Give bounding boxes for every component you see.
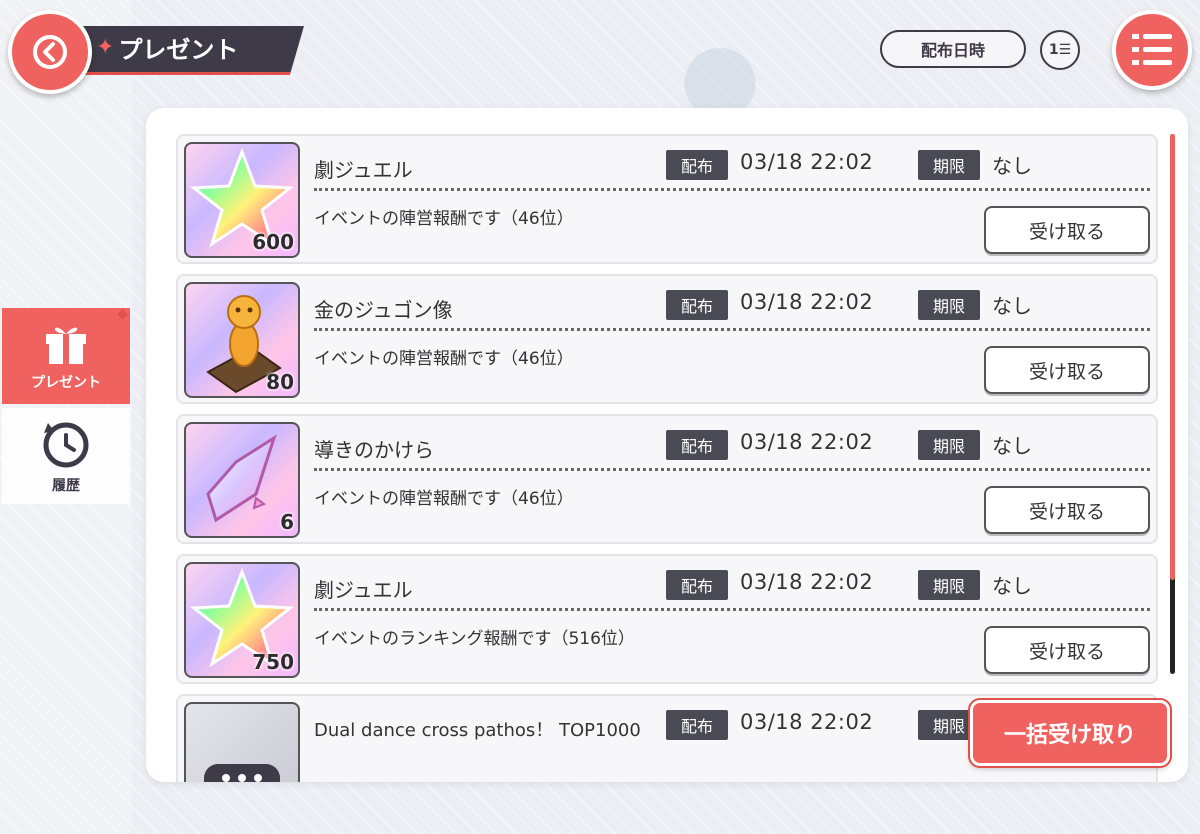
- sort-order-icon: 1☰: [1048, 42, 1072, 58]
- back-button[interactable]: [8, 10, 92, 94]
- sort-order-button[interactable]: 1☰: [1040, 30, 1080, 70]
- limit-tag: 期限: [918, 430, 980, 460]
- scrollbar-thumb[interactable]: [1170, 134, 1175, 580]
- list-item: 600 劇ジュエル 配布 03/18 22:02 期限 なし イベントの陣営報酬…: [176, 134, 1158, 264]
- distribution-tag: 配布: [666, 290, 728, 320]
- receive-button[interactable]: 受け取る: [984, 206, 1150, 254]
- item-name: Dual dance cross pathos！ TOP1000: [314, 720, 641, 741]
- badge-icon: [204, 764, 280, 782]
- present-list-panel: 600 劇ジュエル 配布 03/18 22:02 期限 なし イベントの陣営報酬…: [146, 108, 1188, 782]
- item-name: 劇ジュエル: [314, 158, 413, 182]
- item-name: 劇ジュエル: [314, 578, 413, 602]
- distribution-date: 03/18 22:02: [740, 570, 874, 594]
- dotted-divider: [314, 468, 1150, 471]
- sidebar-item-label: プレゼント: [31, 375, 101, 391]
- page-title: ✦ プレゼント: [96, 30, 238, 65]
- item-quantity: 600: [252, 230, 294, 254]
- item-thumbnail: 80: [184, 282, 300, 398]
- list-item: 80 金のジュゴン像 配布 03/18 22:02 期限 なし イベントの陣営報…: [176, 274, 1158, 404]
- receive-button[interactable]: 受け取る: [984, 626, 1150, 674]
- limit-value: なし: [992, 434, 1032, 458]
- distribution-date: 03/18 22:02: [740, 710, 874, 734]
- dotted-divider: [314, 608, 1150, 611]
- sparkle-icon: ✦: [96, 35, 115, 60]
- item-quantity: 6: [280, 510, 294, 534]
- item-description: イベントの陣営報酬です（46位）: [314, 209, 574, 229]
- list-menu-icon: [1132, 34, 1172, 65]
- item-quantity: 80: [266, 370, 294, 394]
- distribution-date: 03/18 22:02: [740, 290, 874, 314]
- gift-icon: [46, 327, 86, 364]
- list-item: 6 導きのかけら 配布 03/18 22:02 期限 なし イベントの陣営報酬で…: [176, 414, 1158, 544]
- item-description: イベントの陣営報酬です（46位）: [314, 349, 574, 369]
- sidebar-item-label: 履歴: [52, 478, 80, 494]
- distribution-tag: 配布: [666, 710, 728, 740]
- back-arrow-icon: [33, 35, 67, 69]
- history-icon: [43, 422, 89, 468]
- sort-by-button[interactable]: 配布日時: [880, 30, 1026, 68]
- item-description: イベントの陣営報酬です（46位）: [314, 489, 574, 509]
- page-title-text: プレゼント: [118, 36, 239, 64]
- distribution-tag: 配布: [666, 570, 728, 600]
- distribution-date: 03/18 22:02: [740, 430, 874, 454]
- receive-button[interactable]: 受け取る: [984, 346, 1150, 394]
- limit-tag: 期限: [918, 570, 980, 600]
- sidebar-item-history[interactable]: 履歴: [2, 408, 130, 504]
- item-thumbnail: 750: [184, 562, 300, 678]
- item-name: 金のジュゴン像: [314, 298, 453, 322]
- limit-value: なし: [992, 154, 1032, 178]
- limit-tag: 期限: [918, 150, 980, 180]
- item-thumbnail: 600: [184, 142, 300, 258]
- notification-diamond-icon: ◆: [117, 306, 128, 322]
- distribution-date: 03/18 22:02: [740, 150, 874, 174]
- dotted-divider: [314, 188, 1150, 191]
- item-thumbnail: [184, 702, 300, 782]
- item-thumbnail: 6: [184, 422, 300, 538]
- sidebar-item-present[interactable]: ◆ プレゼント: [2, 306, 130, 404]
- bulk-receive-button[interactable]: 一括受け取り: [968, 698, 1172, 768]
- receive-button[interactable]: 受け取る: [984, 486, 1150, 534]
- distribution-tag: 配布: [666, 430, 728, 460]
- limit-value: なし: [992, 574, 1032, 598]
- list-item: 750 劇ジュエル 配布 03/18 22:02 期限 なし イベントのランキン…: [176, 554, 1158, 684]
- limit-value: なし: [992, 294, 1032, 318]
- distribution-tag: 配布: [666, 150, 728, 180]
- limit-tag: 期限: [918, 290, 980, 320]
- item-description: イベントのランキング報酬です（516位）: [314, 629, 635, 649]
- item-name: 導きのかけら: [314, 438, 434, 462]
- menu-button[interactable]: [1112, 10, 1192, 90]
- dotted-divider: [314, 328, 1150, 331]
- item-quantity: 750: [252, 650, 294, 674]
